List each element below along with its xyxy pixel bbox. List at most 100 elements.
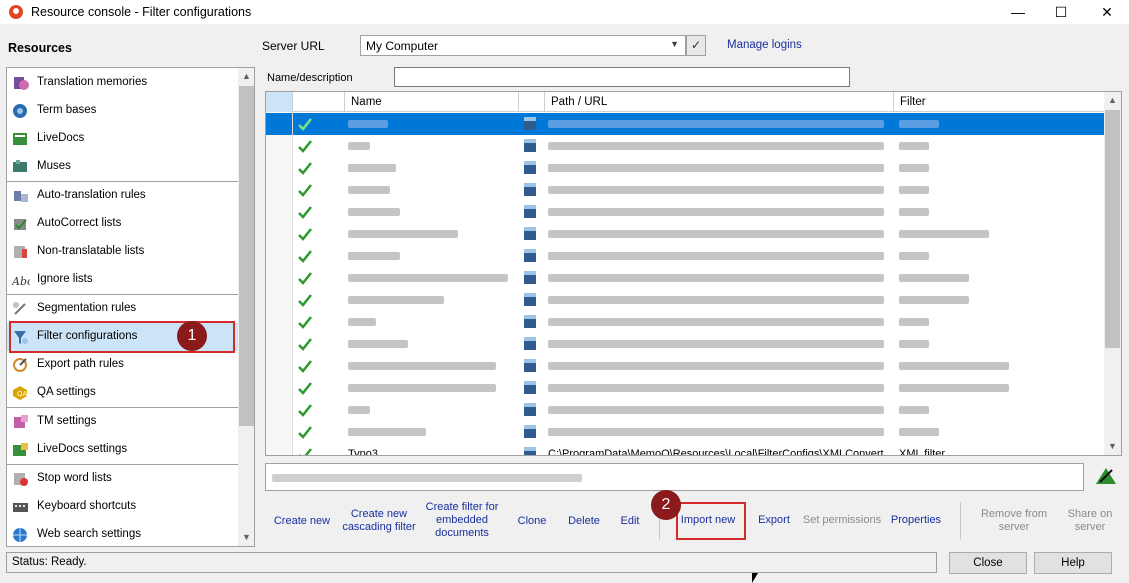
sidebar-item-keyboard-shortcuts[interactable]: Keyboard shortcuts — [7, 493, 238, 521]
table-row[interactable]: Typo3 C:\ProgramData\MemoQ\Resources\Loca… — [266, 443, 1104, 455]
maximize-button[interactable]: ☐ — [1038, 0, 1084, 24]
sidebar-item-auto-translation-rules[interactable]: Auto-translation rules — [7, 182, 238, 210]
sidebar-item-web-search-settings[interactable]: Web search settings — [7, 521, 238, 546]
table-row[interactable] — [266, 311, 1104, 333]
table-row[interactable] — [266, 355, 1104, 377]
row-selector[interactable] — [266, 377, 293, 399]
file-path-icon — [524, 403, 536, 416]
create-new-button[interactable]: Create new — [272, 515, 332, 528]
redacted-filter — [899, 274, 969, 282]
redacted-name — [348, 274, 508, 282]
column-header-filter[interactable]: Filter — [894, 92, 1104, 112]
create-cascading-filter-button[interactable]: Create new cascading filter — [338, 508, 420, 534]
row-selector[interactable] — [266, 113, 293, 135]
row-selector[interactable] — [266, 201, 293, 223]
create-embedded-filter-button[interactable]: Create filter for embedded documents — [421, 501, 503, 540]
export-button[interactable]: Export — [754, 514, 794, 527]
row-selector[interactable] — [266, 179, 293, 201]
properties-button[interactable]: Properties — [888, 514, 944, 527]
remove-from-server-button[interactable]: Remove from server — [976, 508, 1052, 534]
row-selector[interactable] — [266, 157, 293, 179]
close-button[interactable]: Close — [949, 552, 1027, 574]
scrollbar-thumb[interactable] — [1105, 110, 1120, 348]
scroll-down-icon[interactable]: ▼ — [1104, 438, 1121, 455]
file-path-icon — [524, 315, 536, 328]
segmentation-icon — [13, 302, 26, 315]
file-path-icon — [524, 293, 536, 306]
row-selector[interactable] — [266, 245, 293, 267]
description-field[interactable] — [265, 463, 1084, 491]
sidebar-item-muses[interactable]: Muses — [7, 153, 238, 181]
row-selector[interactable] — [266, 399, 293, 421]
web-search-icon — [13, 528, 27, 542]
table-row[interactable] — [266, 245, 1104, 267]
manage-logins-link[interactable]: Manage logins — [727, 39, 802, 51]
delete-button[interactable]: Delete — [563, 515, 605, 528]
row-selector[interactable] — [266, 355, 293, 377]
table-row[interactable] — [266, 421, 1104, 443]
table-row[interactable] — [266, 179, 1104, 201]
scroll-up-icon[interactable]: ▲ — [238, 68, 254, 85]
sidebar-item-livedocs-settings[interactable]: LiveDocs settings — [7, 436, 238, 464]
scroll-down-icon[interactable]: ▼ — [238, 529, 254, 546]
row-selector[interactable] — [266, 311, 293, 333]
edit-description-icon[interactable] — [1094, 464, 1118, 486]
status-bar: Status: Ready. — [6, 552, 937, 573]
table-row[interactable] — [266, 157, 1104, 179]
table-row[interactable] — [266, 135, 1104, 157]
sidebar-item-label: AutoCorrect lists — [37, 217, 122, 229]
sidebar-item-tm-settings[interactable]: TM settings — [7, 408, 238, 436]
clone-button[interactable]: Clone — [512, 515, 552, 528]
help-button[interactable]: Help — [1034, 552, 1112, 574]
sidebar-item-export-path-rules[interactable]: Export path rules — [7, 351, 238, 379]
table-row[interactable] — [266, 399, 1104, 421]
sidebar-item-non-translatable-lists[interactable]: Non-translatable lists — [7, 238, 238, 266]
redacted-path — [548, 362, 884, 370]
table-scrollbar[interactable]: ▲ ▼ — [1104, 92, 1121, 455]
server-url-dropdown[interactable]: My Computer ▼ — [360, 35, 686, 56]
column-header-name[interactable]: Name — [345, 92, 519, 112]
sidebar-item-autocorrect-lists[interactable]: AutoCorrect lists — [7, 210, 238, 238]
minimize-button[interactable]: — — [995, 0, 1041, 24]
status-check-icon — [298, 404, 312, 417]
row-selector[interactable] — [266, 333, 293, 355]
share-on-server-button[interactable]: Share on server — [1060, 508, 1120, 534]
set-permissions-button[interactable]: Set permissions — [801, 514, 883, 527]
table-row[interactable] — [266, 377, 1104, 399]
status-check-icon — [298, 338, 312, 351]
redacted-name — [348, 406, 370, 414]
sidebar-item-translation-memories[interactable]: Translation memories — [7, 69, 238, 97]
redacted-filter — [899, 142, 929, 150]
table-row[interactable] — [266, 289, 1104, 311]
select-all-column-header[interactable] — [266, 92, 293, 112]
table-row[interactable] — [266, 267, 1104, 289]
sidebar-scrollbar[interactable]: ▲ ▼ — [238, 68, 254, 546]
row-selector[interactable] — [266, 289, 293, 311]
edit-button[interactable]: Edit — [616, 515, 644, 528]
scroll-up-icon[interactable]: ▲ — [1104, 92, 1121, 109]
row-selector[interactable] — [266, 135, 293, 157]
row-selector[interactable] — [266, 443, 293, 455]
sidebar-item-segmentation-rules[interactable]: Segmentation rules — [7, 295, 238, 323]
table-row[interactable] — [266, 333, 1104, 355]
row-selector[interactable] — [266, 223, 293, 245]
scrollbar-thumb[interactable] — [239, 86, 254, 426]
table-row[interactable] — [266, 223, 1104, 245]
server-confirm-button[interactable]: ✓ — [686, 35, 706, 56]
sidebar-item-qa-settings[interactable]: QA QA settings — [7, 379, 238, 407]
sidebar-item-term-bases[interactable]: Term bases — [7, 97, 238, 125]
sidebar-item-label: QA settings — [37, 386, 96, 398]
row-selector[interactable] — [266, 421, 293, 443]
sidebar-item-livedocs[interactable]: LiveDocs — [7, 125, 238, 153]
type-column-header[interactable] — [519, 92, 545, 112]
status-column-header[interactable] — [293, 92, 345, 112]
close-window-button[interactable]: ✕ — [1084, 0, 1129, 24]
column-header-path[interactable]: Path / URL — [545, 92, 894, 112]
table-row[interactable] — [266, 201, 1104, 223]
sidebar-item-ignore-lists[interactable]: Abc Ignore lists — [7, 266, 238, 294]
table-row[interactable] — [266, 113, 1104, 135]
row-selector[interactable] — [266, 267, 293, 289]
non-translatable-icon — [14, 246, 27, 258]
sidebar-item-stop-word-lists[interactable]: Stop word lists — [7, 465, 238, 493]
name-description-input[interactable] — [394, 67, 850, 87]
